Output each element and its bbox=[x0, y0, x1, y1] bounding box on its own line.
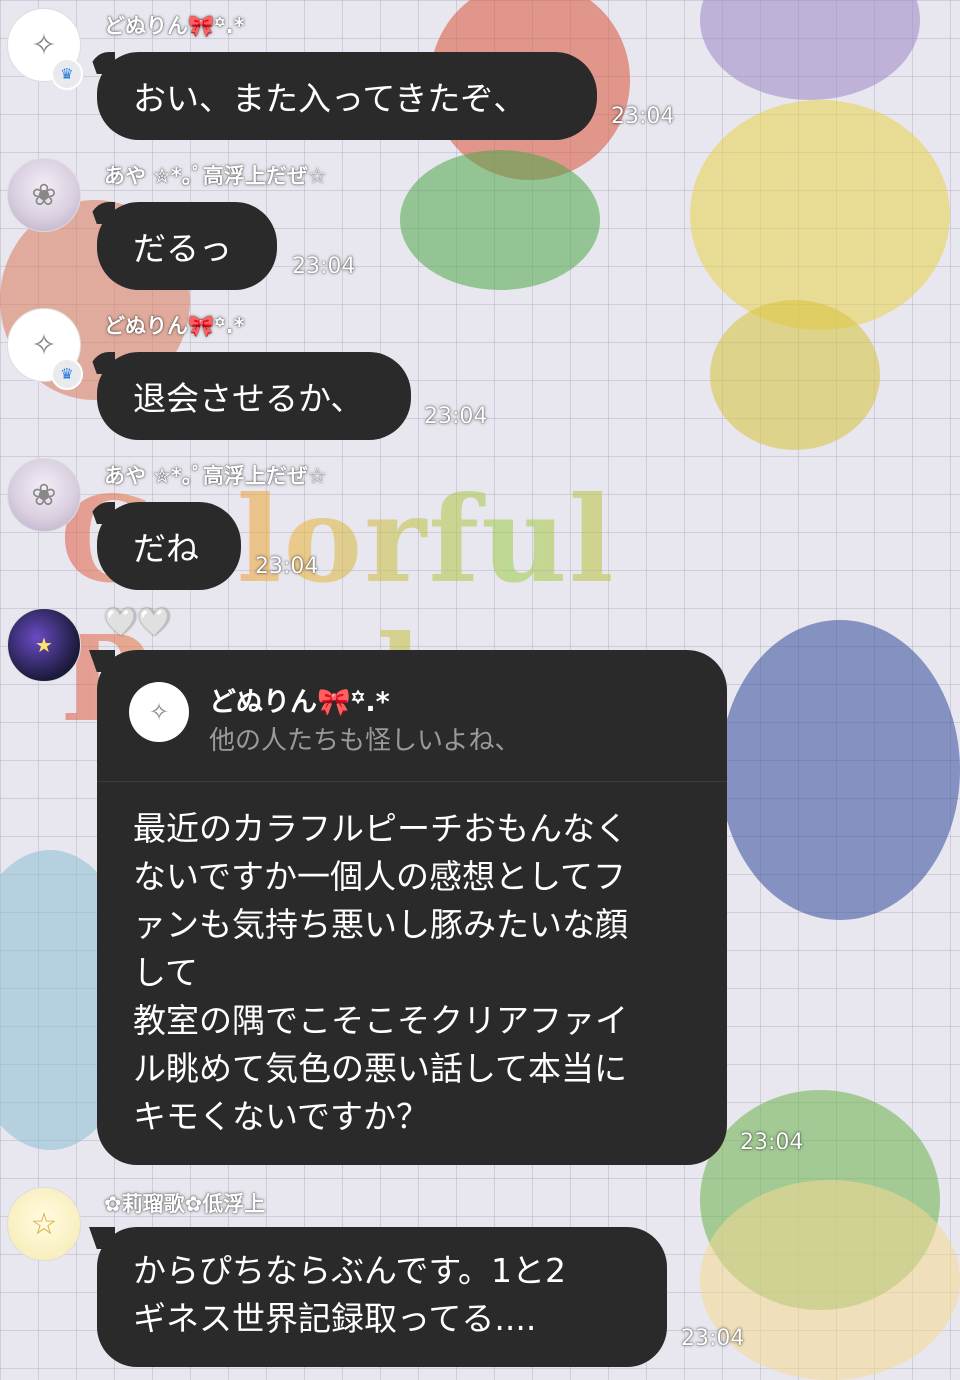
message-time: 23:04 bbox=[292, 254, 356, 279]
message-bubble[interactable]: 退会させるか、 bbox=[97, 352, 411, 440]
message-text: 最近のカラフルピーチおもんなく ないですか一個人の感想としてフ ァンも気持ち悪い… bbox=[133, 809, 628, 1136]
sender-name: どぬりん🎀꙳.* bbox=[104, 314, 245, 338]
message-bubble[interactable]: だね bbox=[97, 502, 241, 590]
quoted-sender-name: どぬりん🎀꙳.* bbox=[209, 687, 390, 718]
sender-name: 🤍🤍 bbox=[104, 607, 172, 638]
message-time: 23:04 bbox=[681, 1326, 745, 1351]
message-bubble[interactable]: だるっ bbox=[97, 202, 277, 290]
chat-thread[interactable]: ✧ ♛ どぬりん🎀꙳.* おい、また入ってきたぞ、 23:04 ❀ あや ✮*｡… bbox=[0, 0, 960, 1367]
message-time: 23:04 bbox=[611, 104, 675, 129]
quoted-avatar: ✧ bbox=[129, 682, 189, 742]
sender-name: どぬりん🎀꙳.* bbox=[104, 14, 245, 38]
user-avatar[interactable]: ❀ bbox=[7, 158, 81, 232]
quoted-message-text: 他の人たちも怪しいよね、 bbox=[209, 726, 521, 756]
crown-icon: ♛ bbox=[51, 58, 83, 90]
sender-name: ✿莉瑠歌✿低浮上 bbox=[104, 1192, 266, 1216]
user-avatar[interactable]: ★ bbox=[7, 608, 81, 682]
message-time: 23:04 bbox=[740, 1130, 804, 1155]
message-bubble[interactable]: からぴちならぶんです。1と2 ギネス世界記録取ってる.... bbox=[97, 1227, 667, 1367]
message-bubble[interactable]: おい、また入ってきたぞ、 bbox=[97, 52, 597, 140]
user-avatar[interactable]: ❀ bbox=[7, 458, 81, 532]
user-avatar[interactable]: ☆ bbox=[7, 1187, 81, 1261]
sender-name: あや ✮*｡ﾟ高浮上だぜ☆ bbox=[104, 164, 327, 188]
quoted-reply[interactable]: ✧ どぬりん🎀꙳.* 他の人たちも怪しいよね、 bbox=[97, 650, 727, 782]
crown-icon: ♛ bbox=[51, 358, 83, 390]
message-time: 23:04 bbox=[255, 554, 319, 579]
message-bubble[interactable]: ✧ どぬりん🎀꙳.* 他の人たちも怪しいよね、 最近のカラフルピーチおもんなく … bbox=[97, 650, 727, 1165]
message-time: 23:04 bbox=[424, 404, 488, 429]
sender-name: あや ✮*｡ﾟ高浮上だぜ☆ bbox=[104, 464, 327, 488]
